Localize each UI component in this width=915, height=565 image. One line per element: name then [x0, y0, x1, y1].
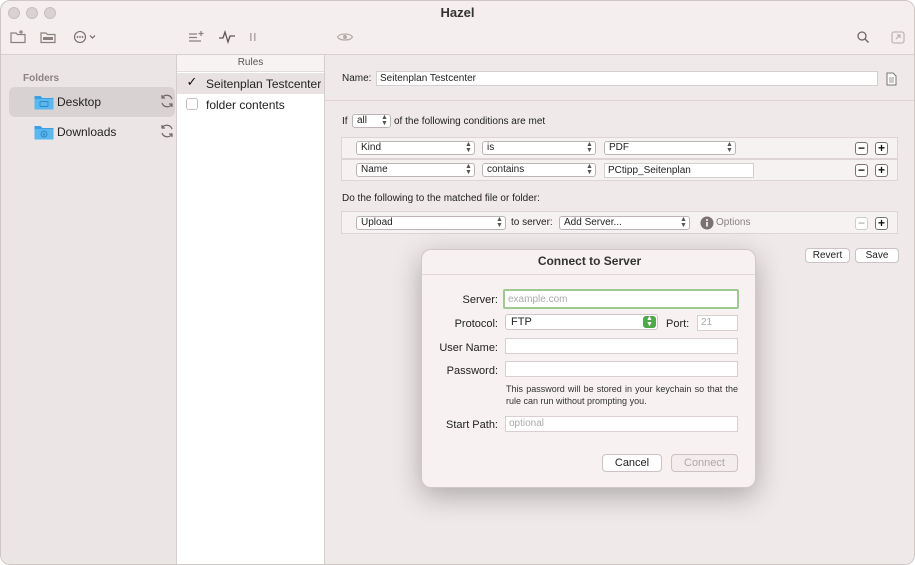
chevron-updown-icon: ▲ ▼ — [381, 114, 388, 127]
condition-value-value: PDF — [609, 142, 629, 153]
folder-name: Desktop — [57, 95, 102, 109]
username-field[interactable] — [505, 338, 738, 354]
password-note: This password will be stored in your key… — [506, 384, 738, 406]
condition-operator-select[interactable]: is ▲ ▼ — [482, 141, 596, 155]
more-actions-icon[interactable] — [73, 29, 101, 45]
folder-settings-icon[interactable] — [39, 29, 57, 45]
window-title: Hazel — [440, 5, 475, 20]
start-path-field[interactable]: optional — [505, 416, 738, 432]
server-select-value: Add Server... — [564, 217, 622, 228]
condition-operator-value: contains — [487, 164, 525, 175]
action-type-value: Upload — [361, 217, 393, 228]
folders-sidebar: Folders Desktop Downloads — [1, 55, 177, 564]
protocol-label: Protocol: — [454, 318, 498, 330]
folder-item-desktop[interactable]: Desktop — [9, 87, 175, 117]
activity-icon[interactable] — [218, 29, 236, 45]
condition-operator-value: is — [487, 142, 495, 153]
name-bar: Name: Seitenplan Testcenter — [325, 55, 914, 101]
folder-icon — [34, 126, 54, 140]
action-type-select[interactable]: Upload ▲ ▼ — [356, 216, 506, 230]
rule-item[interactable]: ✓ Seitenplan Testcenter — [177, 73, 324, 94]
username-label: User Name: — [439, 342, 498, 354]
conditions-intro: of the following conditions are met — [394, 116, 546, 127]
remove-condition-button[interactable]: − — [855, 142, 868, 155]
condition-attribute-value: Name — [361, 164, 388, 175]
condition-row: Name ▲ ▼ contains ▲ ▼ PCtipp_Seitenplan − … — [341, 159, 898, 181]
condition-attribute-select[interactable]: Kind ▲ ▼ — [356, 141, 475, 155]
dialog-divider — [422, 274, 755, 275]
search-icon[interactable] — [854, 29, 872, 45]
server-field[interactable]: example.com — [503, 289, 739, 309]
actions-heading: Do the following to the matched file or … — [342, 193, 540, 204]
rules-list: Rules ✓ Seitenplan Testcenter folder con… — [177, 55, 325, 564]
notes-document-icon[interactable] — [886, 72, 897, 86]
rule-name-field[interactable]: Seitenplan Testcenter — [376, 71, 878, 86]
dialog-title: Connect to Server — [537, 254, 642, 268]
preview-eye-icon[interactable] — [336, 29, 354, 45]
server-label: Server: — [462, 294, 498, 306]
if-label: If — [342, 116, 348, 127]
add-action-button[interactable]: + — [875, 217, 888, 230]
rule-enabled-checkbox[interactable]: ✓ — [186, 75, 198, 89]
chevron-updown-icon: ▲ ▼ — [680, 216, 687, 229]
remove-condition-button[interactable]: − — [855, 164, 868, 177]
condition-row: Kind ▲ ▼ is ▲ ▼ PDF ▲ ▼ − + — [341, 137, 898, 159]
save-button[interactable]: Save — [855, 248, 899, 263]
info-icon[interactable] — [700, 216, 714, 230]
cancel-button[interactable]: Cancel — [602, 454, 662, 472]
connect-button[interactable]: Connect — [671, 454, 738, 472]
condition-value-select[interactable]: PDF ▲ ▼ — [604, 141, 736, 155]
server-select[interactable]: Add Server... ▲ ▼ — [559, 216, 690, 230]
password-label: Password: — [446, 365, 498, 377]
folder-item-downloads[interactable]: Downloads — [9, 117, 175, 147]
condition-attribute-select[interactable]: Name ▲ ▼ — [356, 163, 475, 177]
chevron-updown-icon: ▲ ▼ — [465, 163, 472, 176]
rule-item[interactable]: folder contents — [177, 94, 324, 115]
remove-action-button[interactable]: − — [855, 217, 868, 230]
chevron-updown-icon: ▲ ▼ — [643, 315, 656, 328]
protocol-select[interactable]: FTP ▲ ▼ — [505, 314, 658, 330]
rule-enabled-checkbox[interactable] — [186, 98, 198, 110]
add-folder-icon[interactable] — [9, 29, 27, 45]
sync-icon[interactable] — [159, 123, 175, 139]
condition-operator-select[interactable]: contains ▲ ▼ — [482, 163, 596, 177]
name-label: Name: — [342, 73, 372, 84]
folder-name: Downloads — [57, 125, 117, 139]
condition-attribute-value: Kind — [361, 142, 382, 153]
rule-name: Seitenplan Testcenter — [206, 77, 322, 91]
password-field[interactable] — [505, 361, 738, 377]
match-all-select[interactable]: all ▲ ▼ — [352, 114, 391, 128]
chevron-updown-icon: ▲ ▼ — [586, 163, 593, 176]
chevron-updown-icon: ▲ ▼ — [465, 141, 472, 154]
add-condition-button[interactable]: + — [875, 142, 888, 155]
to-server-label: to server: — [511, 217, 553, 228]
folders-heading: Folders — [23, 73, 60, 84]
sync-icon[interactable] — [159, 93, 175, 109]
protocol-value: FTP — [511, 316, 532, 328]
pause-icon[interactable] — [244, 29, 262, 45]
rules-heading: Rules — [177, 55, 324, 72]
port-field[interactable]: 21 — [697, 315, 738, 331]
chevron-updown-icon: ▲ ▼ — [726, 141, 733, 154]
chevron-updown-icon: ▲ ▼ — [586, 141, 593, 154]
condition-value-field[interactable]: PCtipp_Seitenplan — [604, 163, 754, 178]
start-path-label: Start Path: — [446, 419, 498, 431]
title-bar: Hazel — [1, 1, 914, 55]
chevron-updown-icon: ▲ ▼ — [496, 216, 503, 229]
revert-button[interactable]: Revert — [805, 248, 850, 263]
add-condition-button[interactable]: + — [875, 164, 888, 177]
options-label[interactable]: Options — [716, 217, 750, 228]
rule-name: folder contents — [206, 98, 285, 112]
share-icon[interactable] — [889, 29, 907, 45]
folder-icon — [34, 96, 54, 110]
match-all-value: all — [357, 115, 368, 126]
add-rule-icon[interactable] — [187, 29, 205, 45]
port-label: Port: — [666, 318, 690, 330]
action-row: Upload ▲ ▼ to server: Add Server... ▲ ▼ Op… — [341, 211, 898, 234]
